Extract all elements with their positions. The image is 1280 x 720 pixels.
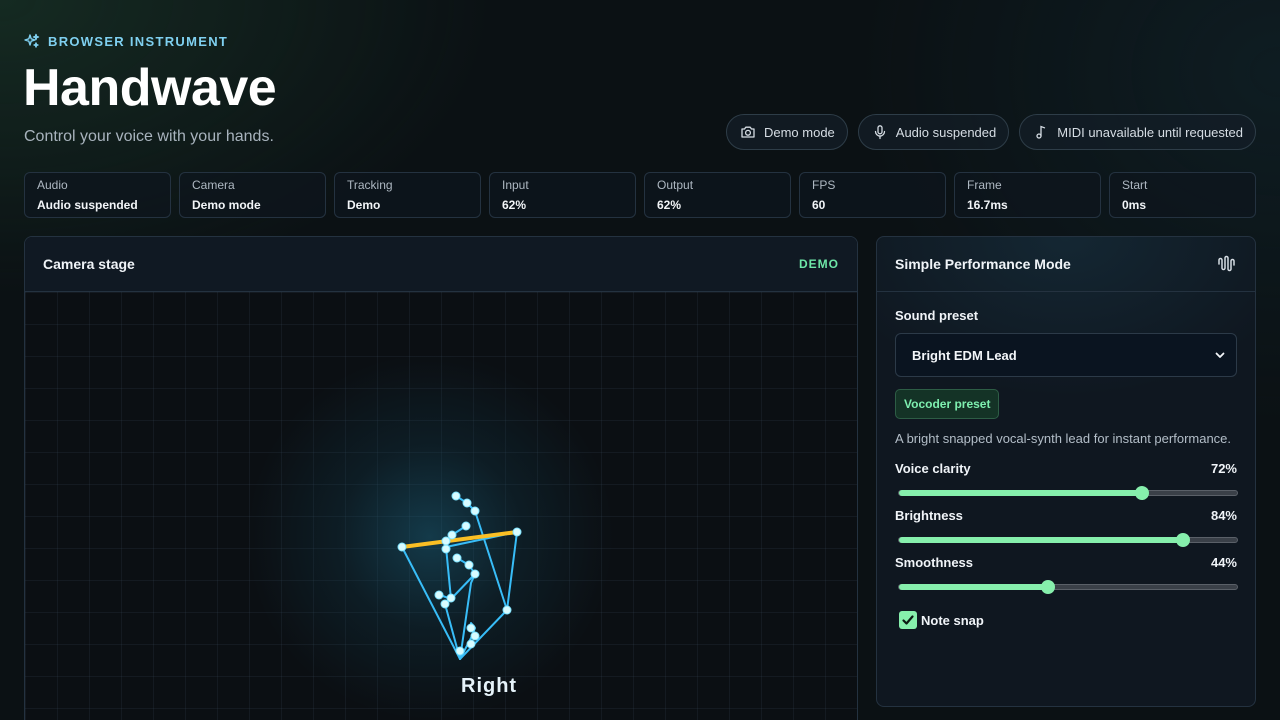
demo-mode-pill[interactable]: Demo mode — [725, 114, 848, 150]
microphone-icon — [874, 125, 885, 140]
panel-body: Sound preset Bright EDM Lead Vocoder pre… — [877, 292, 1255, 629]
slider-track[interactable] — [898, 486, 1238, 500]
slider-label: Brightness — [895, 508, 963, 523]
eyebrow: BROWSER INSTRUMENT — [24, 33, 228, 49]
preset-value: Bright EDM Lead — [912, 347, 1017, 363]
panel-header: Simple Performance Mode — [877, 237, 1255, 292]
slider-fill — [899, 584, 1048, 590]
panel-title: Simple Performance Mode — [895, 256, 1071, 272]
preset-select[interactable]: Bright EDM Lead — [895, 333, 1237, 377]
stat-output: Output 62% — [644, 172, 791, 218]
music-note-icon — [1036, 125, 1046, 139]
checkmark-icon — [902, 615, 914, 625]
demo-badge: DEMO — [799, 257, 839, 271]
stat-value: 62% — [502, 198, 527, 212]
smoothness-slider: Smoothness 44% — [895, 555, 1238, 594]
voice-clarity-slider: Voice clarity 72% — [895, 461, 1238, 500]
stat-value: 0ms — [1122, 198, 1147, 212]
pill-label: MIDI unavailable until requested — [1057, 124, 1243, 140]
waveform-icon — [1218, 255, 1235, 272]
page-title: Handwave — [23, 59, 277, 117]
performance-panel: Simple Performance Mode Sound preset Bri… — [876, 236, 1256, 707]
slider-track[interactable] — [898, 580, 1238, 594]
stat-label: Audio — [37, 178, 68, 192]
slider-value: 44% — [1210, 555, 1237, 570]
sparkles-icon — [24, 33, 40, 48]
stat-tracking: Tracking Demo — [334, 172, 481, 218]
stat-start: Start 0ms — [1109, 172, 1256, 218]
stat-audio: Audio Audio suspended — [24, 172, 171, 218]
note-snap-label: Note snap — [921, 612, 984, 628]
stat-label: Output — [657, 178, 694, 192]
stat-value: 16.7ms — [967, 198, 1008, 212]
slider-thumb[interactable] — [1175, 533, 1190, 547]
stat-fps: FPS 60 — [799, 172, 946, 218]
stat-value: Demo mode — [192, 198, 261, 212]
camera-stage: Camera stage DEMO Right — [24, 236, 858, 720]
page-subtitle: Control your voice with your hands. — [24, 128, 274, 145]
stat-label: Input — [502, 178, 529, 192]
brightness-slider: Brightness 84% — [895, 508, 1238, 547]
note-snap-toggle[interactable]: Note snap — [895, 611, 1237, 629]
audio-pill[interactable]: Audio suspended — [857, 114, 1010, 150]
stage-title: Camera stage — [43, 256, 135, 272]
status-pills: Demo mode Audio suspended MIDI unavailab… — [725, 114, 1256, 150]
note-snap-checkbox[interactable] — [899, 611, 917, 629]
stage-header: Camera stage DEMO — [25, 237, 857, 292]
stat-value: Audio suspended — [37, 198, 138, 212]
camera-icon — [741, 126, 755, 138]
eyebrow-text: BROWSER INSTRUMENT — [48, 33, 229, 49]
stat-value: 62% — [657, 198, 682, 212]
slider-fill — [899, 537, 1183, 543]
slider-label: Smoothness — [895, 555, 974, 570]
stat-camera: Camera Demo mode — [179, 172, 326, 218]
slider-track[interactable] — [898, 533, 1238, 547]
slider-value: 72% — [1210, 461, 1237, 476]
midi-pill[interactable]: MIDI unavailable until requested — [1019, 114, 1256, 150]
preset-label: Sound preset — [895, 308, 979, 323]
pill-label: Demo mode — [763, 124, 835, 140]
stat-label: FPS — [812, 178, 836, 192]
stat-label: Camera — [192, 178, 235, 192]
camera-canvas[interactable]: Right — [25, 292, 857, 720]
slider-fill — [899, 490, 1143, 496]
stat-value: 60 — [812, 198, 826, 212]
hand-skeleton — [397, 491, 522, 660]
slider-thumb[interactable] — [1135, 486, 1150, 500]
slider-thumb[interactable] — [1040, 580, 1055, 594]
pill-label: Audio suspended — [895, 124, 997, 140]
stat-input: Input 62% — [489, 172, 636, 218]
hand-label: Right — [461, 675, 518, 697]
preset-description: A bright snapped vocal-synth lead for in… — [895, 431, 1232, 446]
stat-label: Frame — [967, 178, 1002, 192]
stat-label: Tracking — [347, 178, 393, 192]
stats-bar: Audio Audio suspended Camera Demo mode Tra… — [24, 172, 1256, 218]
stat-label: Start — [1122, 178, 1148, 192]
stat-value: Demo — [347, 198, 381, 212]
slider-label: Voice clarity — [895, 461, 971, 476]
chevron-down-icon — [1215, 352, 1225, 358]
vocoder-tag: Vocoder preset — [895, 389, 1000, 419]
slider-value: 84% — [1210, 508, 1237, 523]
stat-frame: Frame 16.7ms — [954, 172, 1101, 218]
